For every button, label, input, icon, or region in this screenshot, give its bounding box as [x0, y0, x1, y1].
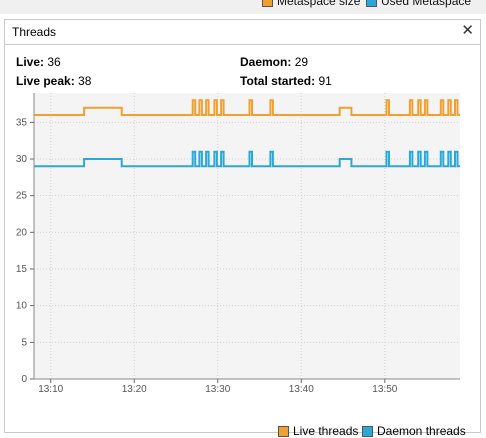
- y-tick-label: 10: [16, 301, 28, 312]
- y-tick-label: 25: [16, 191, 28, 202]
- legend-swatch-icon: [262, 0, 273, 8]
- plot-background: [34, 93, 460, 379]
- legend-swatch-icon: [362, 426, 373, 438]
- y-tick-label: 0: [21, 374, 27, 385]
- x-tick-label: 13:30: [205, 384, 230, 395]
- x-tick-label: 13:50: [372, 384, 397, 395]
- y-tick-label: 20: [16, 227, 28, 238]
- legend-label: Live threads: [293, 424, 359, 438]
- y-tick-label: 35: [16, 117, 28, 128]
- threads-chart: 0 5 10 15 20 25 30 35 13:10 13:20 13:30 13:40 13:50: [16, 93, 460, 395]
- x-tick-label: 13:20: [122, 384, 147, 395]
- legend-label: Used Metaspace: [381, 0, 472, 8]
- x-tick-label: 13:40: [289, 384, 314, 395]
- legend-swatch-icon: [366, 0, 377, 8]
- threads-panel: Threads ✕ Live: 36 Live peak: 38 Daemon:…: [4, 19, 481, 438]
- y-tick-label: 5: [21, 337, 27, 348]
- y-tick-label: 15: [16, 264, 28, 275]
- x-tick-label: 13:10: [38, 384, 63, 395]
- legend-swatch-icon: [278, 426, 289, 438]
- legend-daemon-threads: Daemon threads: [362, 424, 466, 438]
- legend-live-threads: Live threads: [278, 424, 358, 438]
- legend-label: Metaspace size: [277, 0, 361, 8]
- legend-label: Daemon threads: [377, 424, 466, 438]
- legend-used-metaspace: Used Metaspace: [366, 0, 471, 8]
- legend-metaspace-size: Metaspace size: [262, 0, 360, 8]
- top-legend: Metaspace size Used Metaspace: [0, 0, 486, 14]
- y-tick-label: 30: [16, 154, 28, 165]
